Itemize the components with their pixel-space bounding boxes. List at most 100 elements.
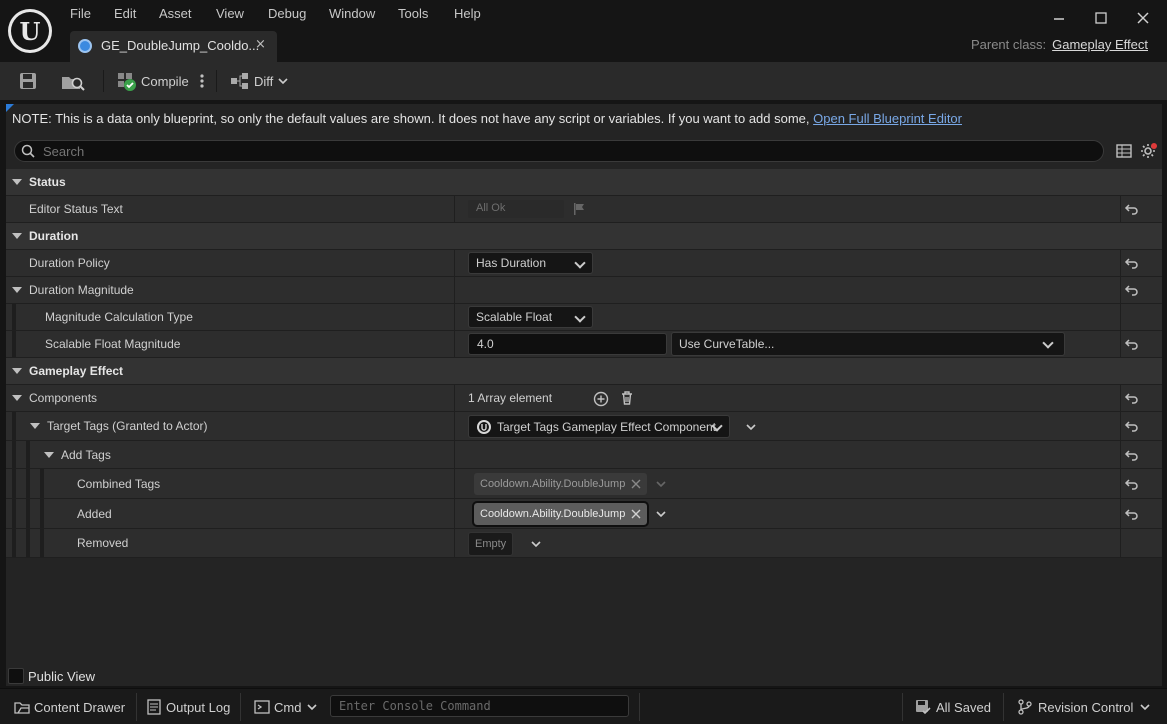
- revision-control-icon: [1018, 699, 1032, 715]
- menu-edit[interactable]: Edit: [114, 6, 136, 24]
- duration-policy-combo[interactable]: Has Duration: [468, 252, 593, 274]
- browse-icon[interactable]: [60, 62, 86, 100]
- property-row-magnitude-calc-type: Magnitude Calculation Type Scalable Floa…: [6, 304, 1162, 331]
- collapse-arrow-icon[interactable]: [12, 287, 22, 293]
- settings-icon[interactable]: [1140, 142, 1158, 160]
- reset-to-default-icon[interactable]: [1124, 476, 1140, 492]
- revision-control-button[interactable]: Revision Control: [1017, 689, 1151, 724]
- add-element-icon[interactable]: [593, 391, 609, 407]
- search-icon: [21, 144, 35, 158]
- minimize-icon[interactable]: [1049, 10, 1069, 30]
- cmd-dropdown[interactable]: Cmd: [254, 689, 318, 724]
- menu-view[interactable]: View: [216, 6, 244, 24]
- chevron-down-icon[interactable]: [655, 509, 667, 519]
- category-gameplay-effect[interactable]: Gameplay Effect: [6, 358, 1162, 385]
- search-input[interactable]: [43, 143, 1043, 159]
- console-input[interactable]: Enter Console Command: [330, 695, 629, 717]
- reset-to-default-icon[interactable]: [1124, 201, 1140, 217]
- category-label: Gameplay Effect: [29, 364, 124, 378]
- tag-chip[interactable]: Cooldown.Ability.DoubleJump: [471, 501, 650, 527]
- magnitude-calc-type-combo[interactable]: Scalable Float: [468, 306, 593, 328]
- category-status[interactable]: Status: [6, 169, 1162, 196]
- reset-to-default-icon[interactable]: [1124, 447, 1140, 463]
- scalable-float-input[interactable]: 4.0: [468, 333, 667, 355]
- menu-window[interactable]: Window: [329, 6, 375, 24]
- property-label: Combined Tags: [77, 476, 161, 491]
- maximize-icon[interactable]: [1091, 10, 1111, 30]
- property-label: Removed: [77, 536, 129, 550]
- property-label: Scalable Float Magnitude: [45, 337, 181, 351]
- remove-tag-icon[interactable]: [631, 509, 641, 519]
- property-row-scalable-float: Scalable Float Magnitude 4.0 Use CurveTa…: [6, 331, 1162, 358]
- collapse-arrow-icon[interactable]: [30, 423, 40, 429]
- category-duration[interactable]: Duration: [6, 223, 1162, 250]
- content-drawer-button[interactable]: Content Drawer: [14, 689, 125, 724]
- table-view-icon[interactable]: [1116, 144, 1132, 158]
- menu-debug[interactable]: Debug: [268, 6, 306, 24]
- chevron-down-icon: [307, 704, 318, 711]
- open-full-editor-link[interactable]: Open Full Blueprint Editor: [813, 111, 962, 126]
- reset-to-default-icon[interactable]: [1124, 255, 1140, 271]
- array-count: 1 Array element: [468, 391, 553, 405]
- collapse-arrow-icon[interactable]: [12, 395, 22, 401]
- empty-tag-box[interactable]: Empty: [468, 532, 514, 556]
- public-view-label: Public View: [28, 668, 95, 684]
- tab-close-icon[interactable]: ×: [255, 37, 266, 52]
- flag-icon: [574, 203, 584, 215]
- all-saved-label: All Saved: [936, 699, 991, 715]
- chevron-down-icon[interactable]: [530, 539, 542, 549]
- output-log-icon: [147, 699, 161, 715]
- property-row-add-tags: Add Tags: [6, 441, 1162, 469]
- public-view-checkbox[interactable]: [8, 668, 24, 684]
- details-panel: NOTE: This is a data only blueprint, so …: [6, 104, 1162, 686]
- reset-to-default-icon[interactable]: [1124, 336, 1140, 352]
- collapse-arrow-icon[interactable]: [12, 179, 22, 185]
- parent-class-link[interactable]: Gameplay Effect: [1052, 37, 1148, 52]
- chevron-down-icon[interactable]: [745, 422, 757, 432]
- curve-table-combo[interactable]: Use CurveTable...: [671, 332, 1065, 356]
- reset-to-default-icon[interactable]: [1124, 506, 1140, 522]
- collapse-arrow-icon[interactable]: [12, 233, 22, 239]
- public-view-toggle[interactable]: Public View: [8, 668, 95, 684]
- tag-label: Cooldown.Ability.DoubleJump: [480, 508, 626, 520]
- status-bar: Content Drawer Output Log Cmd Enter Cons…: [0, 688, 1167, 724]
- property-label: Editor Status Text: [29, 202, 123, 216]
- chevron-down-icon: [574, 257, 586, 269]
- chevron-down-icon: [574, 311, 586, 323]
- close-window-icon[interactable]: [1133, 10, 1153, 30]
- reset-to-default-icon[interactable]: [1124, 390, 1140, 406]
- terminal-icon: [254, 700, 270, 714]
- cmd-label: Cmd: [274, 699, 302, 715]
- save-icon[interactable]: [18, 62, 38, 100]
- combo-value: Scalable Float: [476, 310, 553, 324]
- reset-to-default-icon[interactable]: [1124, 418, 1140, 434]
- menu-file[interactable]: File: [70, 6, 91, 24]
- editor-window: U File Edit Asset View Debug Window Tool…: [0, 0, 1167, 724]
- unreal-logo-icon[interactable]: U: [8, 9, 52, 53]
- all-saved-button[interactable]: All Saved: [915, 689, 991, 724]
- diff-button[interactable]: Diff: [229, 62, 289, 100]
- parent-class: Parent class: Gameplay Effect: [971, 37, 1148, 52]
- chevron-down-icon: [656, 481, 666, 488]
- menu-asset[interactable]: Asset: [159, 6, 192, 24]
- compile-options-icon[interactable]: [199, 62, 205, 100]
- tag-label: Cooldown.Ability.DoubleJump: [480, 478, 626, 490]
- output-log-label: Output Log: [166, 699, 231, 715]
- collapse-arrow-icon[interactable]: [12, 368, 22, 374]
- collapse-arrow-icon[interactable]: [44, 451, 54, 458]
- compile-button[interactable]: Compile: [116, 62, 189, 100]
- delete-icon[interactable]: [619, 390, 635, 406]
- remove-tag-icon: [631, 479, 641, 489]
- reset-to-default-icon[interactable]: [1124, 282, 1140, 298]
- compile-label: Compile: [141, 73, 189, 89]
- property-row-editor-status: Editor Status Text All Ok: [6, 196, 1162, 223]
- asset-tab[interactable]: GE_DoubleJump_Cooldo... ×: [70, 31, 277, 62]
- menu-tools[interactable]: Tools: [398, 6, 428, 24]
- output-log-button[interactable]: Output Log: [147, 689, 230, 724]
- search-box[interactable]: [14, 140, 1104, 162]
- component-class-combo[interactable]: Target Tags Gameplay Effect Component: [468, 415, 730, 438]
- save-status-icon: [916, 700, 931, 715]
- menu-help[interactable]: Help: [454, 6, 481, 24]
- diff-label: Diff: [254, 73, 274, 89]
- combo-value: Target Tags Gameplay Effect Component: [497, 419, 717, 434]
